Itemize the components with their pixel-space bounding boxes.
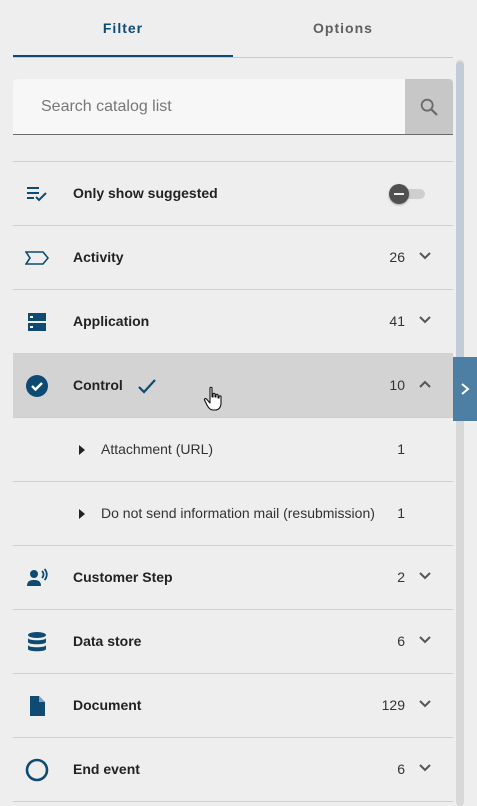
- category-label: Control: [73, 377, 123, 393]
- control-check-circle-icon: [26, 375, 48, 397]
- category-end-event[interactable]: End event 6: [13, 737, 453, 801]
- category-label: Data store: [73, 633, 142, 649]
- category-activity[interactable]: Activity 26: [13, 225, 453, 289]
- category-count: 6: [397, 761, 405, 777]
- category-count: 41: [389, 313, 405, 329]
- chevron-down-icon[interactable]: [417, 568, 433, 584]
- only-show-suggested-label: Only show suggested: [73, 185, 218, 201]
- tab-filter[interactable]: Filter: [13, 0, 233, 57]
- category-label: Customer Step: [73, 569, 173, 585]
- expand-triangle-icon[interactable]: [77, 444, 87, 456]
- list-divider: [13, 801, 453, 806]
- tab-options[interactable]: Options: [233, 0, 453, 56]
- chevron-right-icon: [461, 383, 470, 395]
- category-count: 129: [381, 697, 405, 713]
- chevron-down-icon[interactable]: [417, 312, 433, 328]
- category-control[interactable]: Control 10: [13, 353, 453, 417]
- only-show-suggested-toggle[interactable]: [389, 183, 425, 205]
- subcategory-label: Attachment (URL): [101, 441, 214, 457]
- category-count: 26: [389, 249, 405, 265]
- tab-bar: Filter Options: [13, 0, 453, 58]
- only-show-suggested-row[interactable]: Only show suggested: [13, 161, 453, 225]
- chevron-up-icon[interactable]: [417, 376, 433, 392]
- category-application[interactable]: Application 41: [13, 289, 453, 353]
- chevron-down-icon[interactable]: [417, 248, 433, 264]
- search-box: [13, 79, 453, 135]
- hand-cursor-icon: [203, 386, 222, 411]
- subcategory-count: 1: [397, 441, 405, 457]
- toggle-knob: [389, 184, 409, 204]
- category-label: Document: [73, 697, 142, 713]
- category-label: Activity: [73, 249, 124, 265]
- subcategory-do-not-send-mail[interactable]: Do not send information mail (resubmissi…: [13, 481, 453, 545]
- category-data-store[interactable]: Data store 6: [13, 609, 453, 673]
- customer-step-icon: [27, 568, 48, 586]
- application-icon: [28, 313, 46, 331]
- subcategory-label: Do not send information mail (resubmissi…: [101, 505, 375, 521]
- category-customer-step[interactable]: Customer Step 2: [13, 545, 453, 609]
- collapse-panel-button[interactable]: [453, 357, 477, 421]
- category-count: 2: [397, 569, 405, 585]
- search-icon: [420, 98, 438, 115]
- category-label: Application: [73, 313, 150, 329]
- chevron-down-icon[interactable]: [417, 632, 433, 648]
- suggested-list-icon: [27, 187, 47, 202]
- search-input[interactable]: [13, 79, 405, 134]
- category-label: End event: [73, 761, 140, 777]
- subcategory-count: 1: [397, 505, 405, 521]
- category-count: 6: [397, 633, 405, 649]
- end-event-icon: [25, 758, 49, 782]
- category-count: 10: [389, 377, 405, 393]
- data-store-icon: [28, 632, 46, 652]
- chevron-down-icon[interactable]: [417, 696, 433, 712]
- subcategory-attachment-url[interactable]: Attachment (URL) 1: [13, 417, 453, 481]
- chevron-down-icon[interactable]: [417, 760, 433, 776]
- selected-check-icon: [138, 379, 156, 394]
- expand-triangle-icon[interactable]: [77, 508, 87, 520]
- activity-icon: [25, 251, 49, 265]
- category-document[interactable]: Document 129: [13, 673, 453, 737]
- document-icon: [30, 696, 45, 716]
- search-button[interactable]: [405, 79, 453, 134]
- scrollbar-thumb[interactable]: [456, 62, 464, 372]
